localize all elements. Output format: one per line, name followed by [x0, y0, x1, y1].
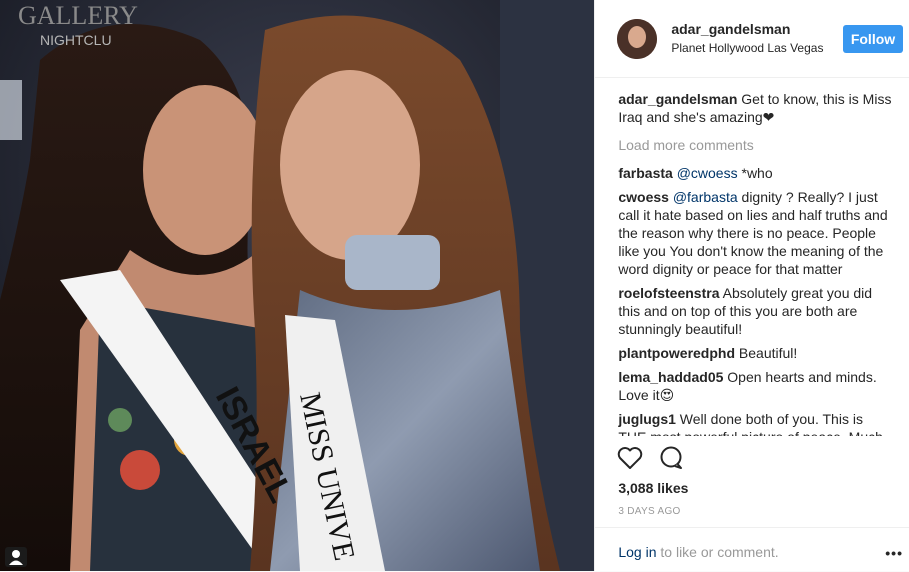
comment-user[interactable]: cwoess	[618, 189, 669, 205]
comment-icon[interactable]	[659, 446, 685, 475]
login-prompt: Log in to like or comment.	[618, 544, 778, 560]
list-item: cwoess @farbasta dignity ? Really? I jus…	[618, 188, 894, 278]
load-more-button[interactable]: Load more comments	[618, 136, 894, 154]
club-sign: GALLERY	[18, 1, 138, 30]
likes-count[interactable]: 3,088 likes	[618, 480, 688, 496]
caption-user[interactable]: adar_gandelsman	[618, 91, 737, 107]
follow-button[interactable]: Follow	[843, 25, 903, 53]
header-text: adar_gandelsman Planet Hollywood Las Veg…	[671, 21, 823, 55]
comment-user[interactable]: juglugs1	[618, 411, 676, 427]
more-options-button[interactable]: •••	[885, 545, 903, 561]
list-item: roelofsteenstra Absolutely great you did…	[618, 284, 894, 338]
timestamp[interactable]: 3 DAYS AGO	[618, 506, 680, 517]
heart-icon[interactable]	[617, 446, 643, 475]
post-sidebar: adar_gandelsman Planet Hollywood Las Veg…	[594, 0, 909, 571]
comment-user[interactable]: farbasta	[618, 165, 672, 181]
list-item: plantpoweredphd Beautiful!	[618, 344, 894, 362]
photo-illustration: ISRAEL MISS UNIVE GALLERY NIGHTCLU	[0, 0, 595, 571]
header-location[interactable]: Planet Hollywood Las Vegas	[671, 41, 823, 55]
action-bar	[617, 446, 685, 475]
post-header: adar_gandelsman Planet Hollywood Las Veg…	[595, 0, 909, 78]
comment-user[interactable]: roelofsteenstra	[618, 285, 719, 301]
login-rest: to like or comment.	[656, 544, 779, 560]
comment-mention[interactable]: @cwoess	[677, 165, 738, 181]
post-footer: Log in to like or comment. •••	[595, 527, 909, 572]
avatar[interactable]	[617, 18, 658, 59]
list-item: farbasta @cwoess *who	[618, 164, 894, 182]
club-sign-sub: NIGHTCLU	[40, 32, 112, 48]
post-photo[interactable]: ISRAEL MISS UNIVE GALLERY NIGHTCLU	[0, 0, 595, 571]
comment-text: *who	[741, 165, 773, 181]
caption: adar_gandelsman Get to know, this is Mis…	[618, 90, 894, 126]
comment-user[interactable]: plantpoweredphd	[618, 345, 735, 361]
comment-mention[interactable]: @farbasta	[673, 189, 738, 205]
list-item: lema_haddad05 Open hearts and minds. Lov…	[618, 368, 894, 404]
comment-user[interactable]: lema_haddad05	[618, 369, 723, 385]
header-username[interactable]: adar_gandelsman	[671, 21, 823, 37]
user-icon[interactable]	[5, 547, 27, 567]
comment-text: Beautiful!	[738, 345, 798, 361]
list-item: juglugs1 Well done both of you. This is …	[618, 410, 894, 436]
comments-list[interactable]: adar_gandelsman Get to know, this is Mis…	[618, 90, 894, 436]
instagram-post: ISRAEL MISS UNIVE GALLERY NIGHTCLU adar_…	[0, 0, 909, 571]
login-link[interactable]: Log in	[618, 544, 656, 560]
